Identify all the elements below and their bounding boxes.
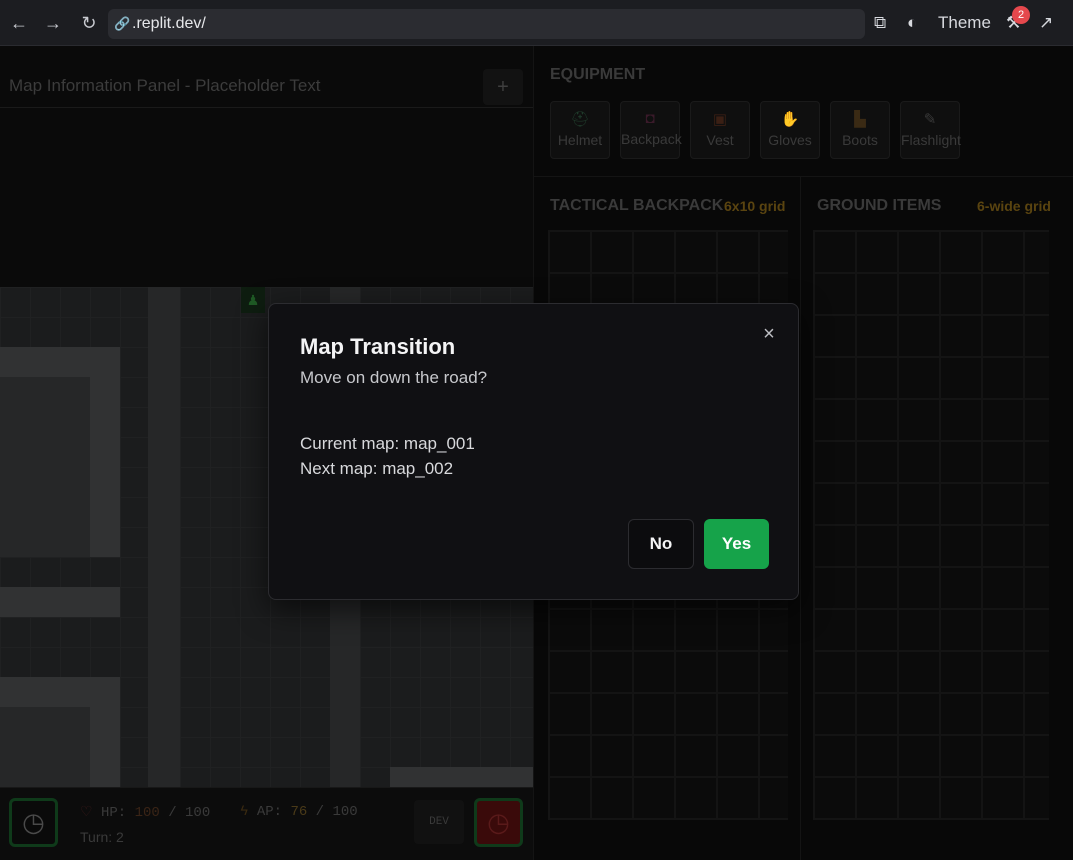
next-map-text: Next map: map_002 (300, 459, 454, 478)
address-bar[interactable]: 🔗 .replit.dev/ (108, 9, 865, 39)
back-arrow-icon[interactable]: ← (6, 10, 32, 36)
dialog-title: Map Transition (300, 334, 456, 359)
browser-toolbar: ← → ↻ 🔗 .replit.dev/ ⧉ ◐ Theme ⚒ 2 ↗ (0, 0, 1073, 46)
reload-icon[interactable]: ↻ (76, 10, 102, 36)
theme-button[interactable]: Theme (938, 8, 991, 38)
current-map-text: Current map: map_001 (300, 434, 475, 453)
map-transition-dialog: Map Transition Move on down the road? Cu… (268, 303, 799, 600)
external-link-icon[interactable]: ↗ (1039, 8, 1053, 38)
forward-arrow-icon[interactable]: → (40, 10, 66, 36)
no-button[interactable]: No (628, 519, 694, 569)
dialog-subtitle: Move on down the road? (300, 368, 488, 387)
notification-badge: 2 (1012, 6, 1030, 24)
link-icon: 🔗 (114, 16, 131, 31)
close-icon[interactable]: × (757, 322, 781, 346)
devices-icon[interactable]: ⧉ (874, 8, 886, 38)
url-text: .replit.dev/ (132, 15, 206, 32)
yes-button[interactable]: Yes (704, 519, 769, 569)
palette-icon[interactable]: ◐ (907, 8, 917, 38)
